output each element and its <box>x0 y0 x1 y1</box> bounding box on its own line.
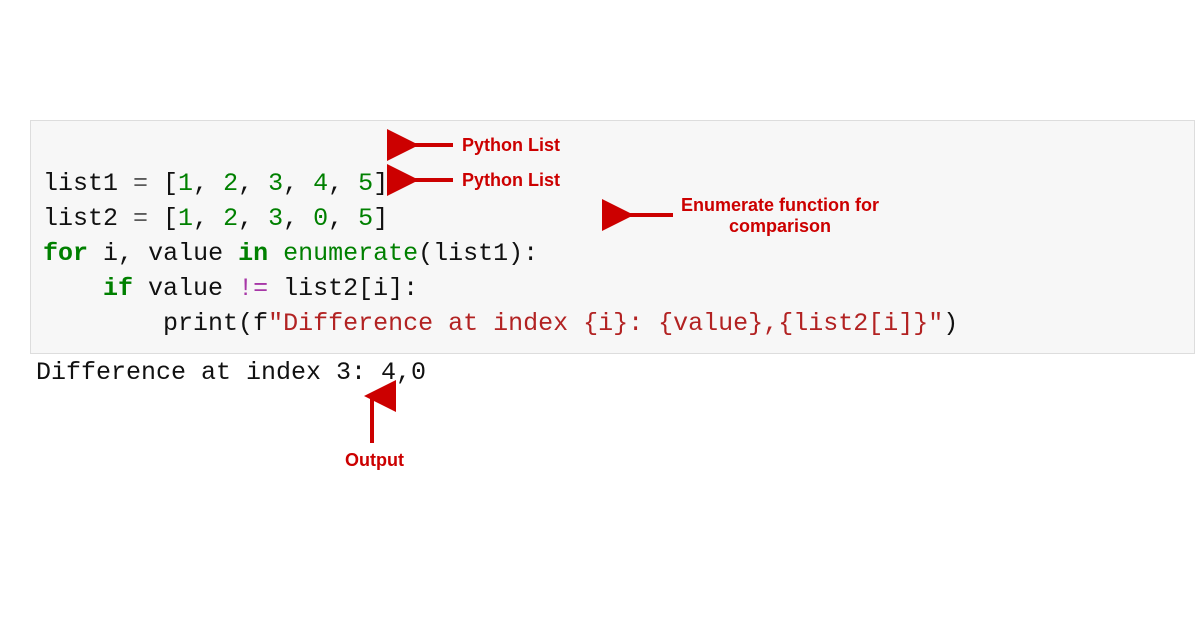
comma: , <box>238 204 268 233</box>
code-line-3: for i, value in enumerate(list1): <box>43 239 538 268</box>
annotation-enumerate: Enumerate function for comparison <box>680 195 880 236</box>
p: ) <box>943 309 958 338</box>
var-i: i <box>103 239 118 268</box>
num: 1 <box>178 204 193 233</box>
code-line-1: list1 = [1, 2, 3, 4, 5] <box>43 169 388 198</box>
lbracket: [ <box>163 204 178 233</box>
sp <box>268 239 283 268</box>
num: 4 <box>313 169 328 198</box>
comma: , <box>193 204 223 233</box>
str: : <box>628 309 658 338</box>
var-list1: list1 <box>43 169 118 198</box>
str: "Difference at index <box>268 309 583 338</box>
eq: = <box>118 169 163 198</box>
rbracket: ] <box>373 204 388 233</box>
num: 0 <box>313 204 328 233</box>
annotation-output: Output <box>345 450 404 471</box>
code-line-5: print(f"Difference at index {i}: {value}… <box>43 309 958 338</box>
kw-for: for <box>43 239 88 268</box>
comma: , <box>238 169 268 198</box>
indent <box>43 309 163 338</box>
args: (list1): <box>418 239 538 268</box>
expr-list2i: list2[i]: <box>283 274 418 303</box>
kw-if: if <box>103 274 133 303</box>
num: 2 <box>223 204 238 233</box>
interp-value: {value} <box>658 309 763 338</box>
comma: , <box>193 169 223 198</box>
comma: , <box>328 169 358 198</box>
interp-i: {i} <box>583 309 628 338</box>
sp <box>88 239 103 268</box>
num: 1 <box>178 169 193 198</box>
comma: , <box>283 169 313 198</box>
annotation-python-list-1: Python List <box>462 135 560 156</box>
annotation-python-list-2: Python List <box>462 170 560 191</box>
fn-print: print <box>163 309 238 338</box>
num: 3 <box>268 169 283 198</box>
lbracket: [ <box>163 169 178 198</box>
str: " <box>928 309 943 338</box>
arrow-up-icon <box>362 390 382 450</box>
interp-list2i: {list2[i]} <box>778 309 928 338</box>
rbracket: ] <box>373 169 388 198</box>
kw-in: in <box>238 239 268 268</box>
num: 3 <box>268 204 283 233</box>
sp <box>133 274 148 303</box>
num: 5 <box>358 169 373 198</box>
var-value: value <box>148 239 223 268</box>
sp <box>223 239 238 268</box>
str: , <box>763 309 778 338</box>
code-line-4: if value != list2[i]: <box>43 274 418 303</box>
fn-enumerate: enumerate <box>283 239 418 268</box>
op-neq: != <box>223 274 283 303</box>
indent <box>43 274 103 303</box>
comma: , <box>283 204 313 233</box>
code-block: list1 = [1, 2, 3, 4, 5] list2 = [1, 2, 3… <box>30 120 1195 354</box>
code-line-2: list2 = [1, 2, 3, 0, 5] <box>43 204 388 233</box>
var-list2: list2 <box>43 204 118 233</box>
comma: , <box>118 239 148 268</box>
output-text: Difference at index 3: 4,0 <box>36 355 426 390</box>
eq: = <box>118 204 163 233</box>
num: 5 <box>358 204 373 233</box>
num: 2 <box>223 169 238 198</box>
p: (f <box>238 309 268 338</box>
comma: , <box>328 204 358 233</box>
var-value: value <box>148 274 223 303</box>
